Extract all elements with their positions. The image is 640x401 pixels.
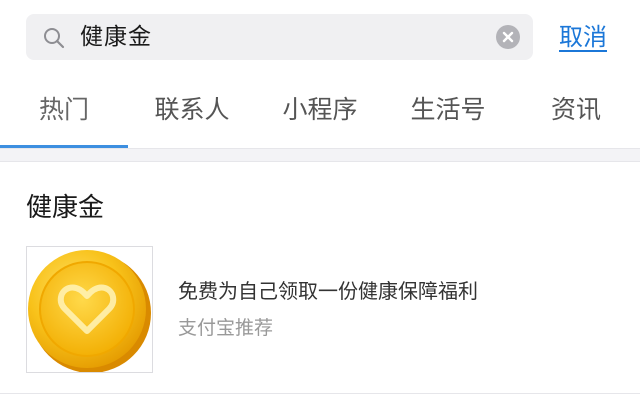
bottom-divider bbox=[0, 393, 640, 394]
tab-news[interactable]: 资讯 bbox=[512, 80, 640, 146]
tab-contacts[interactable]: 联系人 bbox=[128, 80, 256, 146]
tab-mini-programs[interactable]: 小程序 bbox=[256, 80, 384, 146]
cancel-button[interactable]: 取消 bbox=[559, 14, 607, 60]
section-title: 健康金 bbox=[26, 193, 105, 223]
search-result-item[interactable]: 免费为自己领取一份健康保障福利 支付宝推荐 bbox=[0, 240, 640, 380]
clear-icon[interactable] bbox=[496, 25, 520, 49]
result-thumbnail bbox=[26, 246, 153, 373]
result-description: 免费为自己领取一份健康保障福利 bbox=[178, 279, 478, 303]
section-divider bbox=[0, 148, 640, 162]
tab-life-accounts[interactable]: 生活号 bbox=[384, 80, 512, 146]
gold-coin-heart-icon bbox=[28, 250, 151, 372]
search-icon bbox=[44, 28, 65, 49]
search-header: 健康金 取消 bbox=[0, 0, 640, 80]
search-query-text: 健康金 bbox=[80, 24, 152, 50]
tab-hot[interactable]: 热门 bbox=[0, 80, 128, 146]
result-source-label: 支付宝推荐 bbox=[178, 317, 274, 339]
search-category-tabs: 热门 联系人 小程序 生活号 资讯 bbox=[0, 80, 640, 150]
search-input[interactable]: 健康金 bbox=[26, 14, 533, 60]
